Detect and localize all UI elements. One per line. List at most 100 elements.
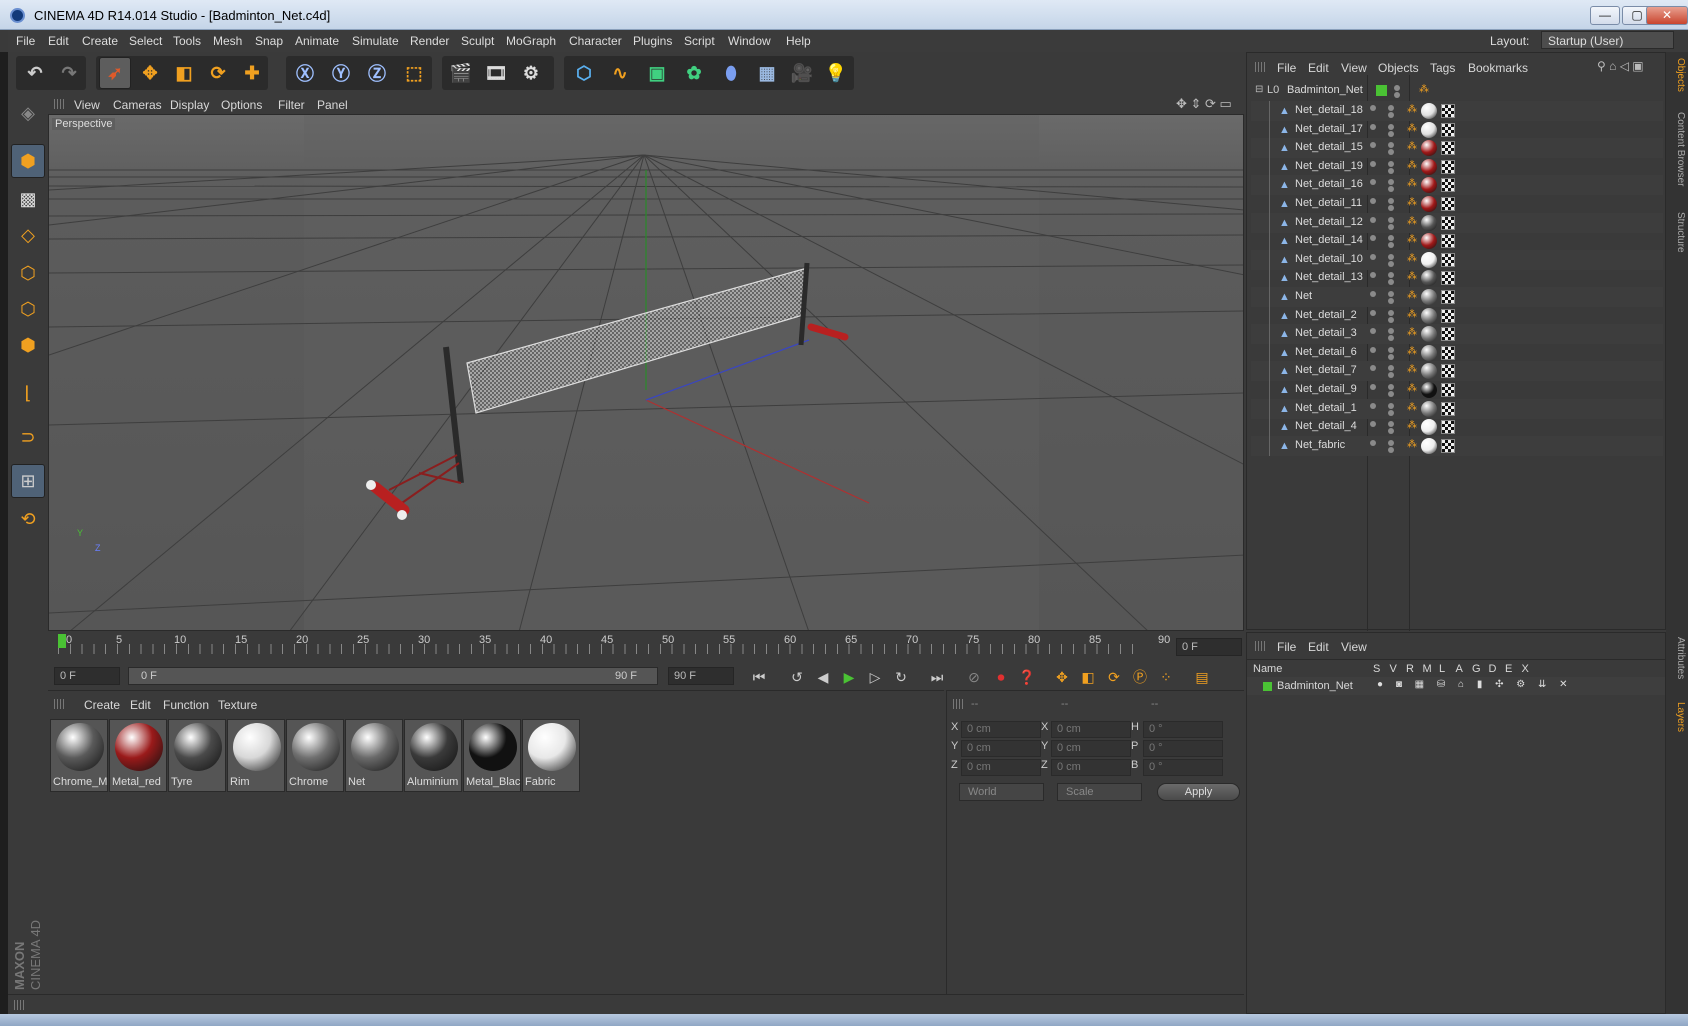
position-field[interactable]: 0 cm [961,759,1041,776]
start-frame-field[interactable]: 0 F [54,667,120,685]
layer-color-swatch[interactable] [1376,85,1387,96]
editor-visibility-dot[interactable] [1388,439,1394,446]
phong-tag-icon[interactable]: ⁂ [1407,253,1417,264]
material-tag-icon[interactable] [1421,344,1437,361]
material-swatch[interactable]: Net [345,719,403,792]
layer-column-header[interactable]: A [1456,663,1463,675]
texture-mode-icon[interactable]: ▩ [11,182,45,216]
visibility-dot[interactable] [1370,142,1376,149]
phong-tag-icon[interactable]: ⁂ [1407,420,1417,431]
phong-tag-icon[interactable]: ⁂ [1407,309,1417,320]
render-visibility-dot[interactable] [1388,335,1394,342]
menu-sculpt[interactable]: Sculpt [461,34,494,48]
coordinate-mode-select[interactable]: World [959,783,1044,801]
visibility-dot[interactable] [1370,421,1376,428]
add-tool-icon[interactable]: ✚ [236,57,268,89]
close-button[interactable]: ✕ [1646,6,1688,25]
previous-frame-icon[interactable]: ◀ [812,666,834,688]
record-active-icon[interactable]: ⊘ [963,666,985,688]
object-menu-edit[interactable]: Edit [1308,61,1329,75]
z-axis-lock-icon[interactable]: Ⓩ [361,57,393,89]
collapse-icon[interactable]: ⊟ [1255,84,1263,95]
cloner-icon[interactable]: ✿ [678,57,710,89]
render-visibility-dot[interactable] [1388,391,1394,397]
visibility-dot[interactable] [1370,123,1376,130]
editor-visibility-dot[interactable] [1388,198,1394,204]
uvw-tag-icon[interactable] [1441,383,1455,397]
material-menu-function[interactable]: Function [163,698,209,712]
layer-column-header[interactable]: S [1373,663,1380,675]
editor-visibility-dot[interactable] [1388,216,1394,223]
coordinate-system-icon[interactable]: ⬚ [398,57,430,89]
tab-objects[interactable]: Objects [1668,58,1686,92]
phong-tag-icon[interactable]: ⁂ [1407,216,1417,227]
visibility-dot[interactable] [1370,253,1376,260]
phong-tag-icon[interactable]: ⁂ [1407,160,1417,171]
viewport-menu-filter[interactable]: Filter [278,98,305,112]
workplane-mode-icon[interactable]: ◇ [11,218,45,252]
menu-help[interactable]: Help [786,34,811,48]
object-row[interactable]: ▲ Net_detail_14 ⁂ [1251,231,1663,252]
make-editable-icon[interactable]: ◈ [11,96,45,130]
object-row[interactable]: ▲ Net_detail_15 ⁂ [1251,138,1663,159]
layer-column-header[interactable]: X [1522,663,1529,675]
object-menu-file[interactable]: File [1277,61,1296,75]
object-menu-objects[interactable]: Objects [1378,61,1419,75]
viewport-menu-cameras[interactable]: Cameras [113,98,162,112]
editor-visibility-dot[interactable] [1388,253,1394,260]
render-visibility-dot[interactable] [1388,242,1394,249]
menu-animate[interactable]: Animate [295,34,339,48]
panel-gripper[interactable] [1255,641,1265,651]
menu-plugins[interactable]: Plugins [633,34,672,48]
menu-script[interactable]: Script [684,34,715,48]
keyframe-selection-icon[interactable]: ❓ [1016,666,1038,688]
visibility-dot[interactable] [1370,272,1376,279]
menu-edit[interactable]: Edit [48,34,69,48]
material-swatch[interactable]: Aluminium [404,719,462,792]
material-tag-icon[interactable] [1421,214,1437,231]
visibility-dot[interactable] [1370,179,1376,186]
camera-icon[interactable]: 🎥 [786,57,818,89]
object-row[interactable]: ▲ Net_detail_10 ⁂ [1251,249,1663,270]
tab-attributes[interactable]: Attributes [1668,637,1686,679]
subdivision-icon[interactable]: ▣ [641,57,673,89]
uvw-tag-icon[interactable] [1441,252,1455,267]
live-selection-icon[interactable]: ➶ [99,57,131,89]
visibility-dot[interactable] [1370,291,1376,297]
key-position-icon[interactable]: ✥ [1051,666,1073,688]
size-field[interactable]: 0 cm [1051,759,1131,776]
visibility-dot[interactable] [1370,384,1376,390]
visibility-dot[interactable] [1370,439,1376,446]
render-settings-icon[interactable]: ⚙ [515,57,547,89]
material-tag-icon[interactable] [1421,140,1437,157]
material-tag-icon[interactable] [1421,270,1437,287]
go-to-start-icon[interactable]: ⏮ [748,666,770,688]
material-menu-create[interactable]: Create [84,698,120,712]
editor-visibility-dot[interactable] [1388,384,1394,390]
x-axis-lock-icon[interactable]: Ⓧ [289,57,321,89]
tweak-mode-icon[interactable]: ⊃ [11,420,45,454]
deformer-icon[interactable]: ⬮ [715,57,747,89]
render-visibility-dot[interactable] [1388,167,1394,174]
layer-color-swatch[interactable] [1263,682,1272,691]
size-field[interactable]: 0 cm [1051,721,1131,738]
layer-row[interactable]: Badminton_Net ● ◙ ▦ ⛁ ⌂ ▮ ✣ ⚙ ⇊ ✕ [1247,677,1665,695]
uvw-tag-icon[interactable] [1441,215,1455,230]
object-row[interactable]: ▲ Net_detail_16 ⁂ [1251,175,1663,196]
uvw-tag-icon[interactable] [1441,345,1455,360]
render-visibility-dot[interactable] [1388,149,1394,156]
menu-mograph[interactable]: MoGraph [506,34,556,48]
visibility-dot[interactable] [1370,198,1376,204]
material-swatch[interactable]: Metal_Blac [463,719,521,792]
phong-tag-icon[interactable]: ⁂ [1407,123,1417,134]
visibility-dot[interactable] [1370,160,1376,167]
phong-tag-icon[interactable]: ⁂ [1407,383,1417,394]
material-tag-icon[interactable] [1421,307,1437,324]
play-icon[interactable]: ▶ [838,666,860,688]
material-swatch[interactable]: Metal_red [109,719,167,792]
material-tag-icon[interactable] [1421,419,1437,436]
render-visibility-dot[interactable] [1388,223,1394,230]
panel-gripper[interactable] [54,699,64,709]
object-row[interactable]: ▲ Net_detail_4 ⁂ [1251,417,1663,438]
uvw-tag-icon[interactable] [1441,141,1455,156]
